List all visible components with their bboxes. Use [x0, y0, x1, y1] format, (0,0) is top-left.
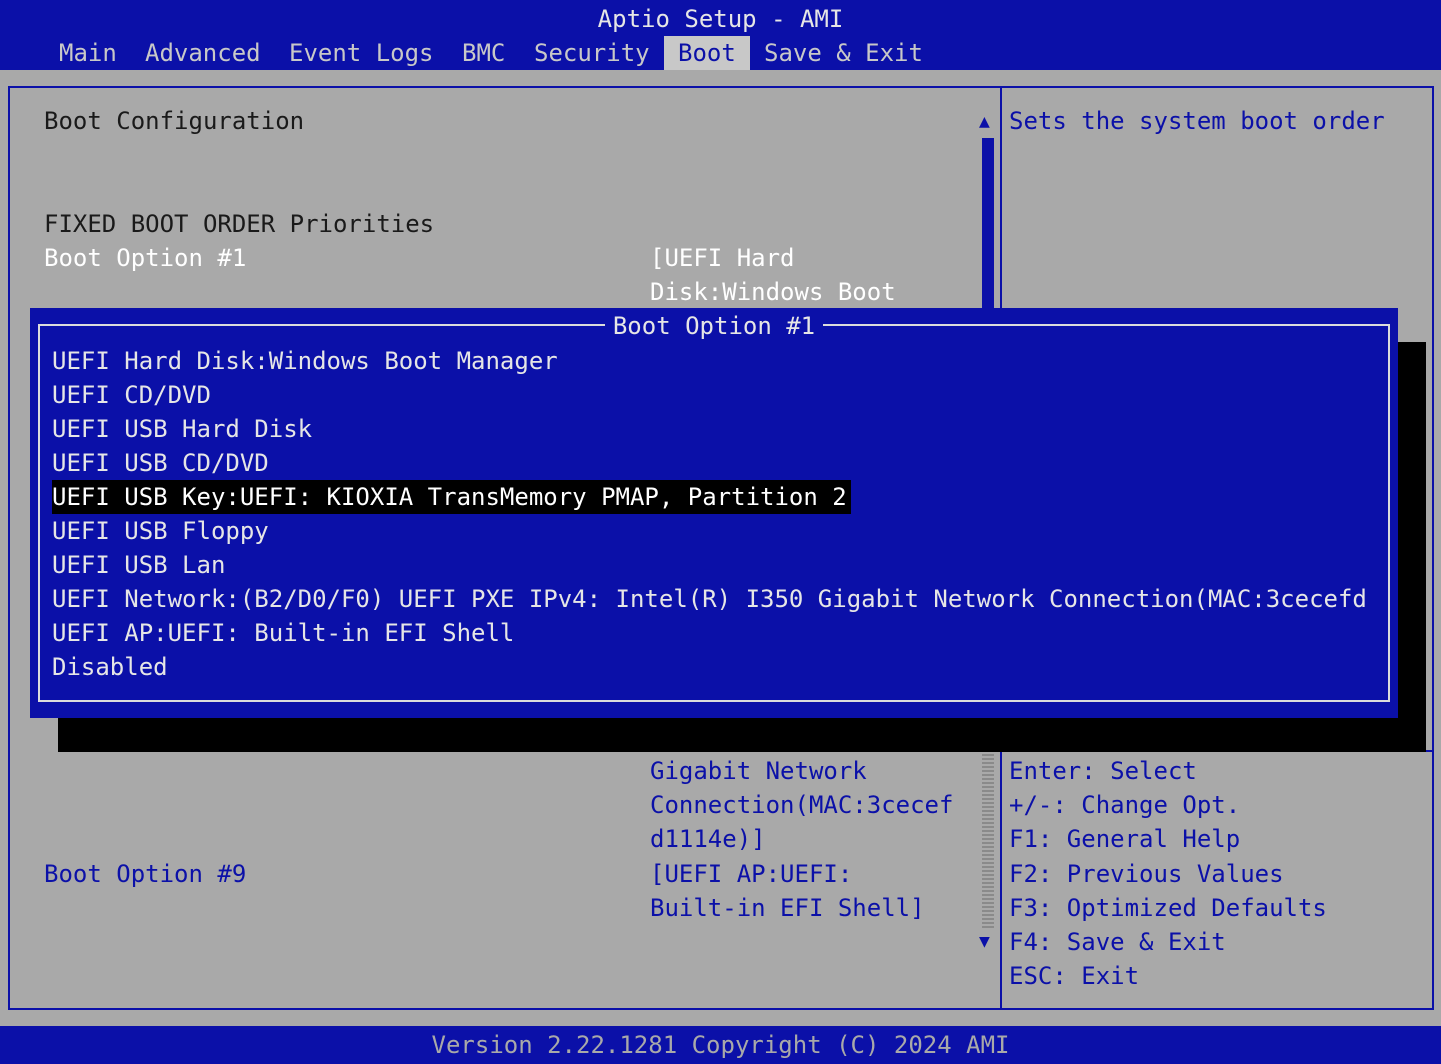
- footer-bar: Version 2.22.1281 Copyright (C) 2024 AMI: [0, 1026, 1441, 1064]
- popup-title-text: Boot Option #1: [604, 312, 824, 340]
- tab-boot[interactable]: Boot: [664, 36, 750, 70]
- boot-option-9-value[interactable]: [UEFI AP:UEFI:: [650, 857, 852, 891]
- popup-option-1[interactable]: UEFI Hard Disk:Windows Boot Manager: [52, 344, 558, 378]
- popup-option-10[interactable]: Disabled: [52, 650, 168, 684]
- boot-option-value-partial-2: Connection(MAC:3cecef: [650, 791, 954, 819]
- popup-option-6[interactable]: UEFI USB Floppy: [52, 514, 269, 548]
- scrollbar-thumb[interactable]: [982, 138, 994, 328]
- popup-option-3[interactable]: UEFI USB Hard Disk: [52, 412, 312, 446]
- tab-main[interactable]: Main: [45, 36, 131, 70]
- app-title: Aptio Setup - AMI: [597, 5, 844, 33]
- boot-option-9-value-cont: Built-in EFI Shell]: [650, 894, 925, 922]
- help-key-f1: F1: General Help: [1009, 825, 1241, 853]
- top-bar: Aptio Setup - AMI Main Advanced Event Lo…: [0, 0, 1441, 70]
- help-key-enter: Enter: Select: [1009, 757, 1197, 785]
- help-key-change: +/-: Change Opt.: [1009, 791, 1241, 819]
- popup-option-7[interactable]: UEFI USB Lan: [52, 548, 225, 582]
- popup-option-5-selected[interactable]: UEFI USB Key:UEFI: KIOXIA TransMemory PM…: [52, 480, 851, 514]
- tab-event-logs[interactable]: Event Logs: [275, 36, 448, 70]
- tab-advanced[interactable]: Advanced: [131, 36, 275, 70]
- scroll-up-icon[interactable]: ▲: [979, 112, 990, 132]
- priorities-heading: FIXED BOOT ORDER Priorities: [44, 210, 435, 238]
- help-key-f4: F4: Save & Exit: [1009, 928, 1226, 956]
- scroll-down-icon[interactable]: ▼: [979, 932, 990, 952]
- popup-option-4[interactable]: UEFI USB CD/DVD: [52, 446, 269, 480]
- boot-option-1-value[interactable]: [UEFI Hard: [650, 241, 795, 275]
- popup-title: Boot Option #1: [30, 309, 1398, 343]
- popup-option-2[interactable]: UEFI CD/DVD: [52, 378, 211, 412]
- help-key-f2: F2: Previous Values: [1009, 860, 1284, 888]
- section-title: Boot Configuration: [44, 107, 305, 135]
- popup-option-9[interactable]: UEFI AP:UEFI: Built-in EFI Shell: [52, 616, 514, 650]
- boot-option-1-label[interactable]: Boot Option #1: [44, 241, 246, 275]
- boot-option-popup: Boot Option #1 UEFI Hard Disk:Windows Bo…: [30, 308, 1398, 718]
- boot-option-value-partial-3: d1114e)]: [650, 825, 766, 853]
- boot-option-9-label[interactable]: Boot Option #9: [44, 857, 246, 891]
- tab-bmc[interactable]: BMC: [448, 36, 519, 70]
- help-key-esc: ESC: Exit: [1009, 962, 1140, 990]
- version-footer: Version 2.22.1281 Copyright (C) 2024 AMI: [431, 1031, 1010, 1059]
- help-key-f3: F3: Optimized Defaults: [1009, 894, 1327, 922]
- tab-security[interactable]: Security: [520, 36, 664, 70]
- help-description: Sets the system boot order: [1009, 107, 1385, 135]
- popup-option-8[interactable]: UEFI Network:(B2/D0/F0) UEFI PXE IPv4: I…: [52, 582, 1367, 616]
- boot-option-value-partial-1: Gigabit Network: [650, 757, 867, 785]
- tab-save-exit[interactable]: Save & Exit: [750, 36, 937, 70]
- boot-option-1-value-cont: Disk:Windows Boot: [650, 278, 896, 306]
